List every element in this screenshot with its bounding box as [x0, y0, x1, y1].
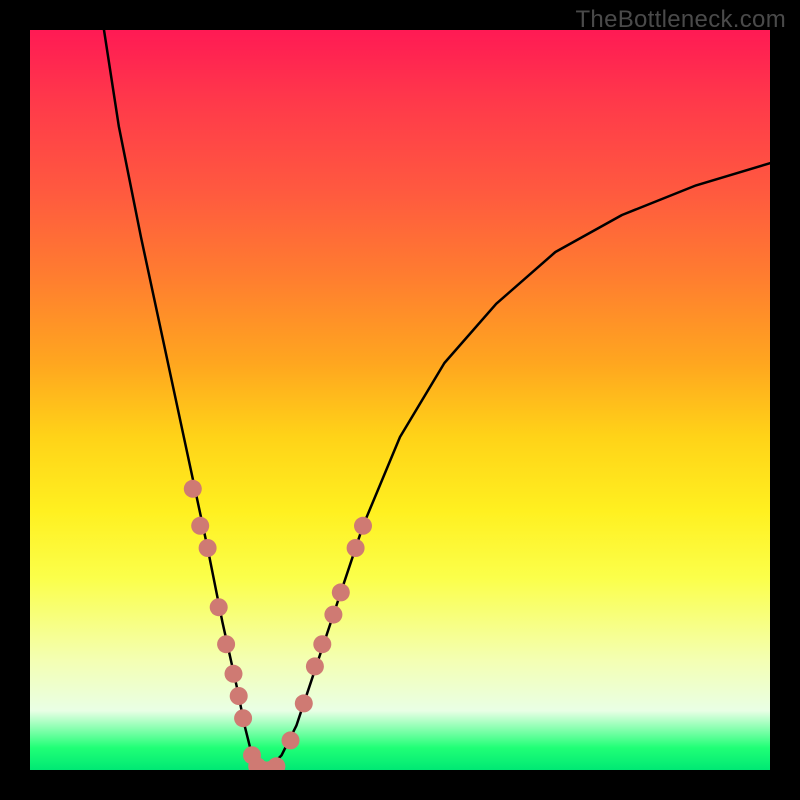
chart-marker	[191, 517, 209, 535]
chart-marker	[217, 635, 235, 653]
chart-marker	[313, 635, 331, 653]
chart-markers	[184, 480, 372, 770]
chart-marker	[282, 731, 300, 749]
chart-frame: TheBottleneck.com	[0, 0, 800, 800]
chart-marker	[267, 757, 285, 770]
chart-marker	[184, 480, 202, 498]
chart-marker	[306, 657, 324, 675]
chart-marker	[324, 606, 342, 624]
chart-marker	[332, 583, 350, 601]
bottleneck-curve-path	[104, 30, 770, 770]
chart-marker	[295, 694, 313, 712]
chart-marker	[347, 539, 365, 557]
chart-marker	[354, 517, 372, 535]
chart-plot-area	[30, 30, 770, 770]
chart-marker	[230, 687, 248, 705]
watermark-text: TheBottleneck.com	[575, 6, 786, 34]
chart-marker	[210, 598, 228, 616]
chart-svg	[30, 30, 770, 770]
chart-marker	[234, 709, 252, 727]
chart-marker	[199, 539, 217, 557]
chart-marker	[225, 665, 243, 683]
